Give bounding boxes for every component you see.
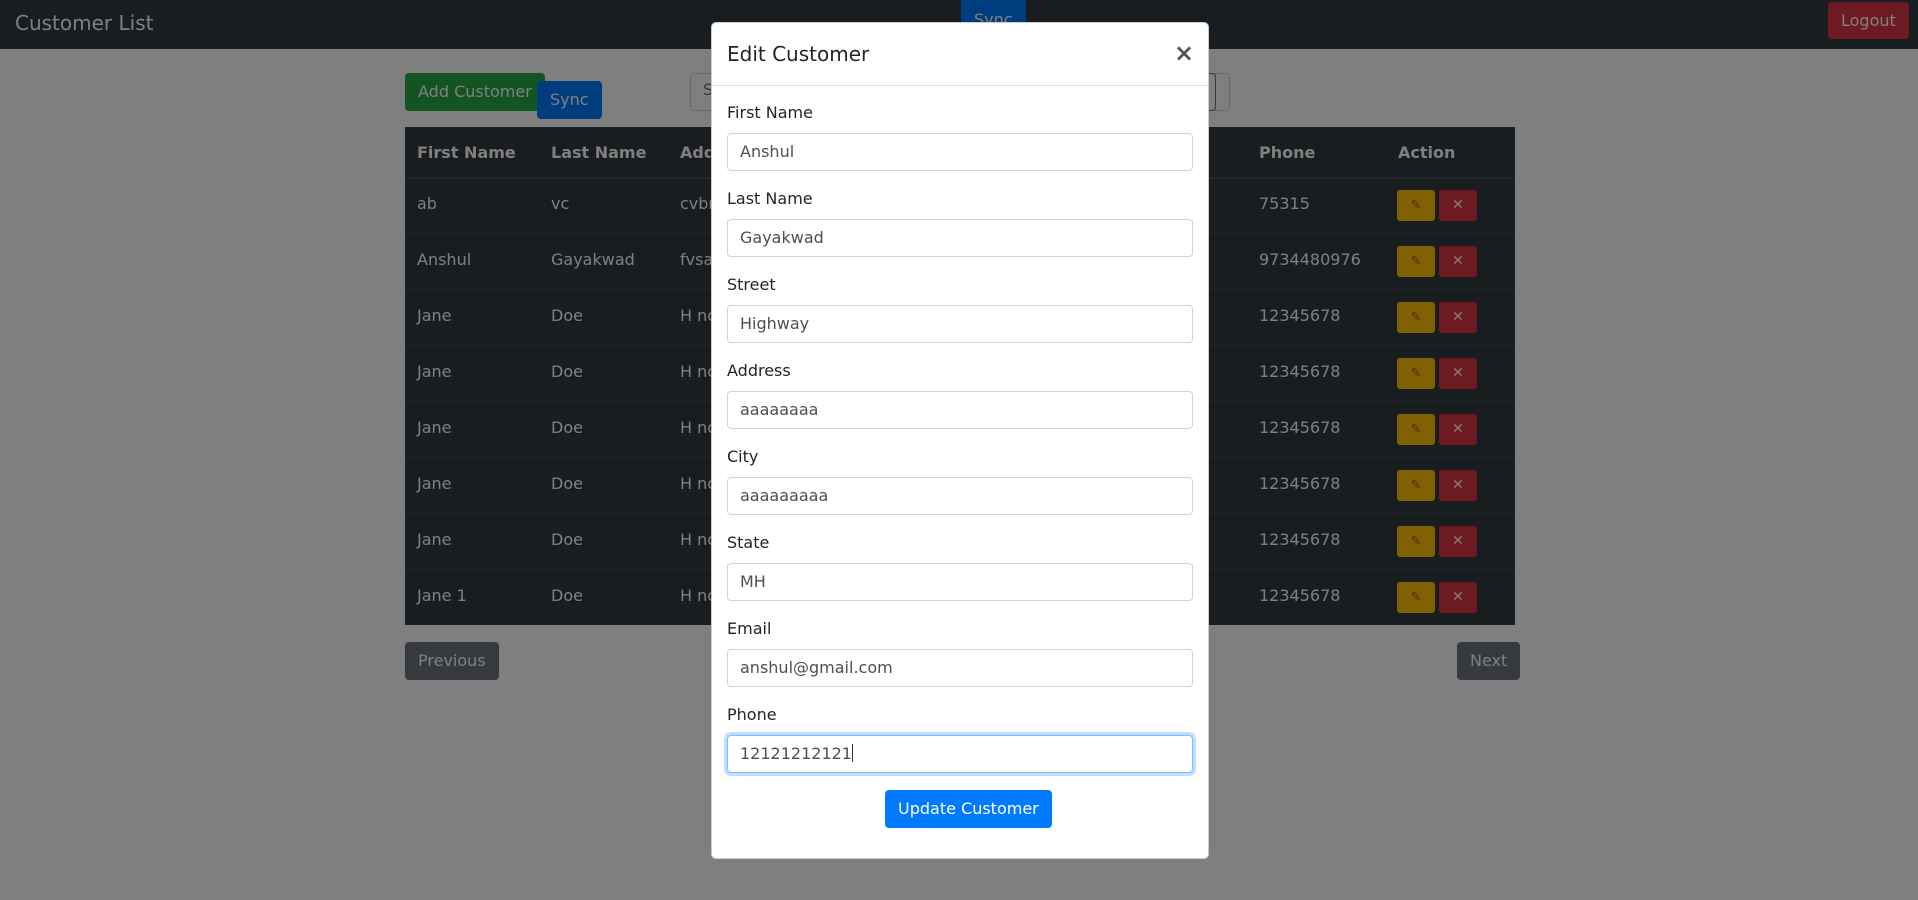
street-field[interactable]: Highway <box>727 305 1193 343</box>
email-label: Email <box>727 619 772 638</box>
first-name-label: First Name <box>727 103 813 122</box>
address-label: Address <box>727 361 791 380</box>
city-field[interactable]: aaaaaaaaa <box>727 477 1193 515</box>
phone-value: 12121212121 <box>740 744 852 763</box>
update-customer-button[interactable]: Update Customer <box>885 790 1052 828</box>
modal-header: Edit Customer × <box>712 23 1208 86</box>
phone-label: Phone <box>727 705 777 724</box>
last-name-field[interactable]: Gayakwad <box>727 219 1193 257</box>
edit-customer-modal: Edit Customer × First Name Anshul Last N… <box>711 22 1209 859</box>
city-label: City <box>727 447 759 466</box>
phone-field[interactable]: 12121212121 <box>727 735 1193 773</box>
last-name-label: Last Name <box>727 189 813 208</box>
first-name-field[interactable]: Anshul <box>727 133 1193 171</box>
email-field[interactable]: anshul@gmail.com <box>727 649 1193 687</box>
close-icon[interactable]: × <box>1174 39 1194 67</box>
state-label: State <box>727 533 770 552</box>
text-caret <box>851 744 853 762</box>
state-field[interactable]: MH <box>727 563 1193 601</box>
street-label: Street <box>727 275 776 294</box>
address-field[interactable]: aaaaaaaa <box>727 391 1193 429</box>
modal-title: Edit Customer <box>727 42 870 66</box>
